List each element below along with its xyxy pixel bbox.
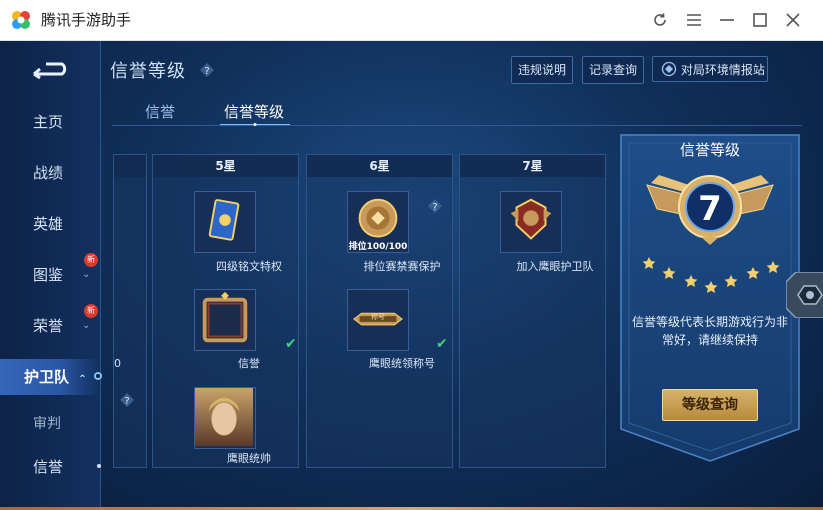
title-bar: 腾讯手游助手 xyxy=(0,0,823,41)
column-header: 7星 xyxy=(460,155,605,177)
env-intel-label: 对局环境情报站 xyxy=(680,63,765,77)
star-icon xyxy=(684,275,698,287)
close-icon[interactable] xyxy=(783,10,803,30)
sidebar-item-label: 主页 xyxy=(33,113,64,131)
intel-icon xyxy=(661,61,677,77)
menu-icon[interactable] xyxy=(684,10,704,30)
rules-button[interactable]: 违规说明 xyxy=(511,56,573,84)
help-icon[interactable]: ? xyxy=(199,62,215,78)
check-icon: ✔ xyxy=(436,336,448,352)
column-header: 5星 xyxy=(153,155,298,177)
app-logo-icon xyxy=(12,11,30,29)
rank-panel: 信誉等级 7 信誉等级代表长期游戏行为非常好，请继续保持 等级查询 xyxy=(619,133,801,463)
star-icon xyxy=(704,281,718,293)
column-header xyxy=(114,155,146,177)
reward-column-6-star: 6星 排位100/100 排位赛禁赛保护 ? 称号 鹰眼统领称号 ✔ xyxy=(306,154,453,468)
star-icon xyxy=(662,267,676,279)
sidebar-item-records[interactable]: 战绩 xyxy=(0,162,100,184)
reward-column-7-star: 7星 加入鹰眼护卫队 xyxy=(459,154,606,468)
env-intel-button[interactable]: 对局环境情报站 xyxy=(652,56,768,82)
sidebar-item-label: 战绩 xyxy=(33,164,64,182)
chevron-up-icon: ⌃ xyxy=(78,374,87,385)
sidebar-item-label: 审判 xyxy=(33,416,61,432)
tab-active-indicator xyxy=(220,123,290,126)
sidebar-item-heroes[interactable]: 英雄 xyxy=(0,213,100,235)
reward-label: 排位赛禁赛保护 xyxy=(363,260,441,273)
title-plate-text: 称号 xyxy=(371,313,385,321)
records-button[interactable]: 记录查询 xyxy=(582,56,644,84)
reward-label: 信誉 xyxy=(238,357,260,370)
reward-label: 鹰眼统领称号 xyxy=(369,357,435,370)
rank-stars xyxy=(642,257,780,293)
partial-value: 0 xyxy=(114,357,121,370)
sidebar-item-label: 护卫队 xyxy=(24,368,70,386)
reward-column-partial xyxy=(113,154,147,468)
svg-text:?: ? xyxy=(432,202,437,213)
reward-label: 加入鹰眼护卫队 xyxy=(516,260,594,273)
help-icon[interactable]: ? xyxy=(119,392,135,408)
page-title: 信誉等级 xyxy=(110,61,186,82)
rank-level: 7 xyxy=(698,189,722,229)
sidebar-item-label: 荣誉 xyxy=(33,317,64,335)
sidebar-item-home[interactable]: 主页 xyxy=(0,111,100,133)
help-icon[interactable]: ? xyxy=(427,198,443,214)
chevron-down-icon: ⌄ xyxy=(82,320,91,331)
new-badge: 新 xyxy=(84,304,98,318)
column-header: 6星 xyxy=(307,155,452,177)
active-indicator-icon xyxy=(94,372,102,380)
refresh-icon[interactable] xyxy=(650,10,670,30)
sidebar-item-guard[interactable]: 护卫队 ⌃ xyxy=(0,359,100,395)
side-expand-icon[interactable] xyxy=(786,272,823,318)
sidebar: 主页 战绩 英雄 图鉴 新 ⌄ 荣誉 新 ⌄ 护卫队 ⌃ 审判 信誉 xyxy=(0,41,102,510)
level-query-button[interactable]: 等级查询 xyxy=(662,389,758,421)
tab-credit[interactable]: 信誉 xyxy=(145,101,175,122)
chevron-down-icon: ⌄ xyxy=(82,269,91,280)
svg-text:?: ? xyxy=(124,396,129,407)
reward-label: 四级铭文特权 xyxy=(216,260,282,273)
check-icon: ✔ xyxy=(285,336,297,352)
reward-label: 鹰眼统帅 xyxy=(227,452,271,465)
reward-column-5-star: 5星 四级铭文特权 信誉 ✔ 鹰眼统帅 xyxy=(152,154,299,468)
star-icon xyxy=(642,257,656,269)
guard-badge-icon xyxy=(500,191,562,253)
avatar-frame-icon xyxy=(194,289,256,351)
sidebar-item-label: 图鉴 xyxy=(33,266,64,284)
tab-divider xyxy=(112,125,802,126)
star-icon xyxy=(766,261,780,273)
star-icon xyxy=(746,267,760,279)
window-title: 腾讯手游助手 xyxy=(41,11,132,29)
sidebar-item-label: 信誉 xyxy=(33,458,64,476)
maximize-icon[interactable] xyxy=(750,10,770,30)
minimize-icon[interactable] xyxy=(717,10,737,30)
new-badge: 新 xyxy=(84,253,98,267)
sidebar-item-label: 英雄 xyxy=(33,215,64,233)
svg-text:?: ? xyxy=(204,66,209,77)
game-area: 主页 战绩 英雄 图鉴 新 ⌄ 荣誉 新 ⌄ 护卫队 ⌃ 审判 信誉 信誉等级 xyxy=(0,41,823,510)
star-icon xyxy=(724,275,738,287)
tab-credit-level[interactable]: 信誉等级 xyxy=(224,101,284,122)
sidebar-item-judge[interactable]: 审判 xyxy=(0,413,100,435)
rank-title: 信誉等级 xyxy=(679,141,740,159)
hero-portrait-icon xyxy=(194,387,256,449)
sidebar-item-credit[interactable]: 信誉 xyxy=(0,456,100,478)
back-arrow-icon[interactable] xyxy=(28,59,72,81)
rank-description: 信誉等级代表长期游戏行为非常好，请继续保持 xyxy=(631,315,788,347)
inscription-card-icon xyxy=(194,191,256,253)
dot-indicator-icon xyxy=(97,464,101,468)
ranked-count: 排位100/100 xyxy=(348,242,408,252)
